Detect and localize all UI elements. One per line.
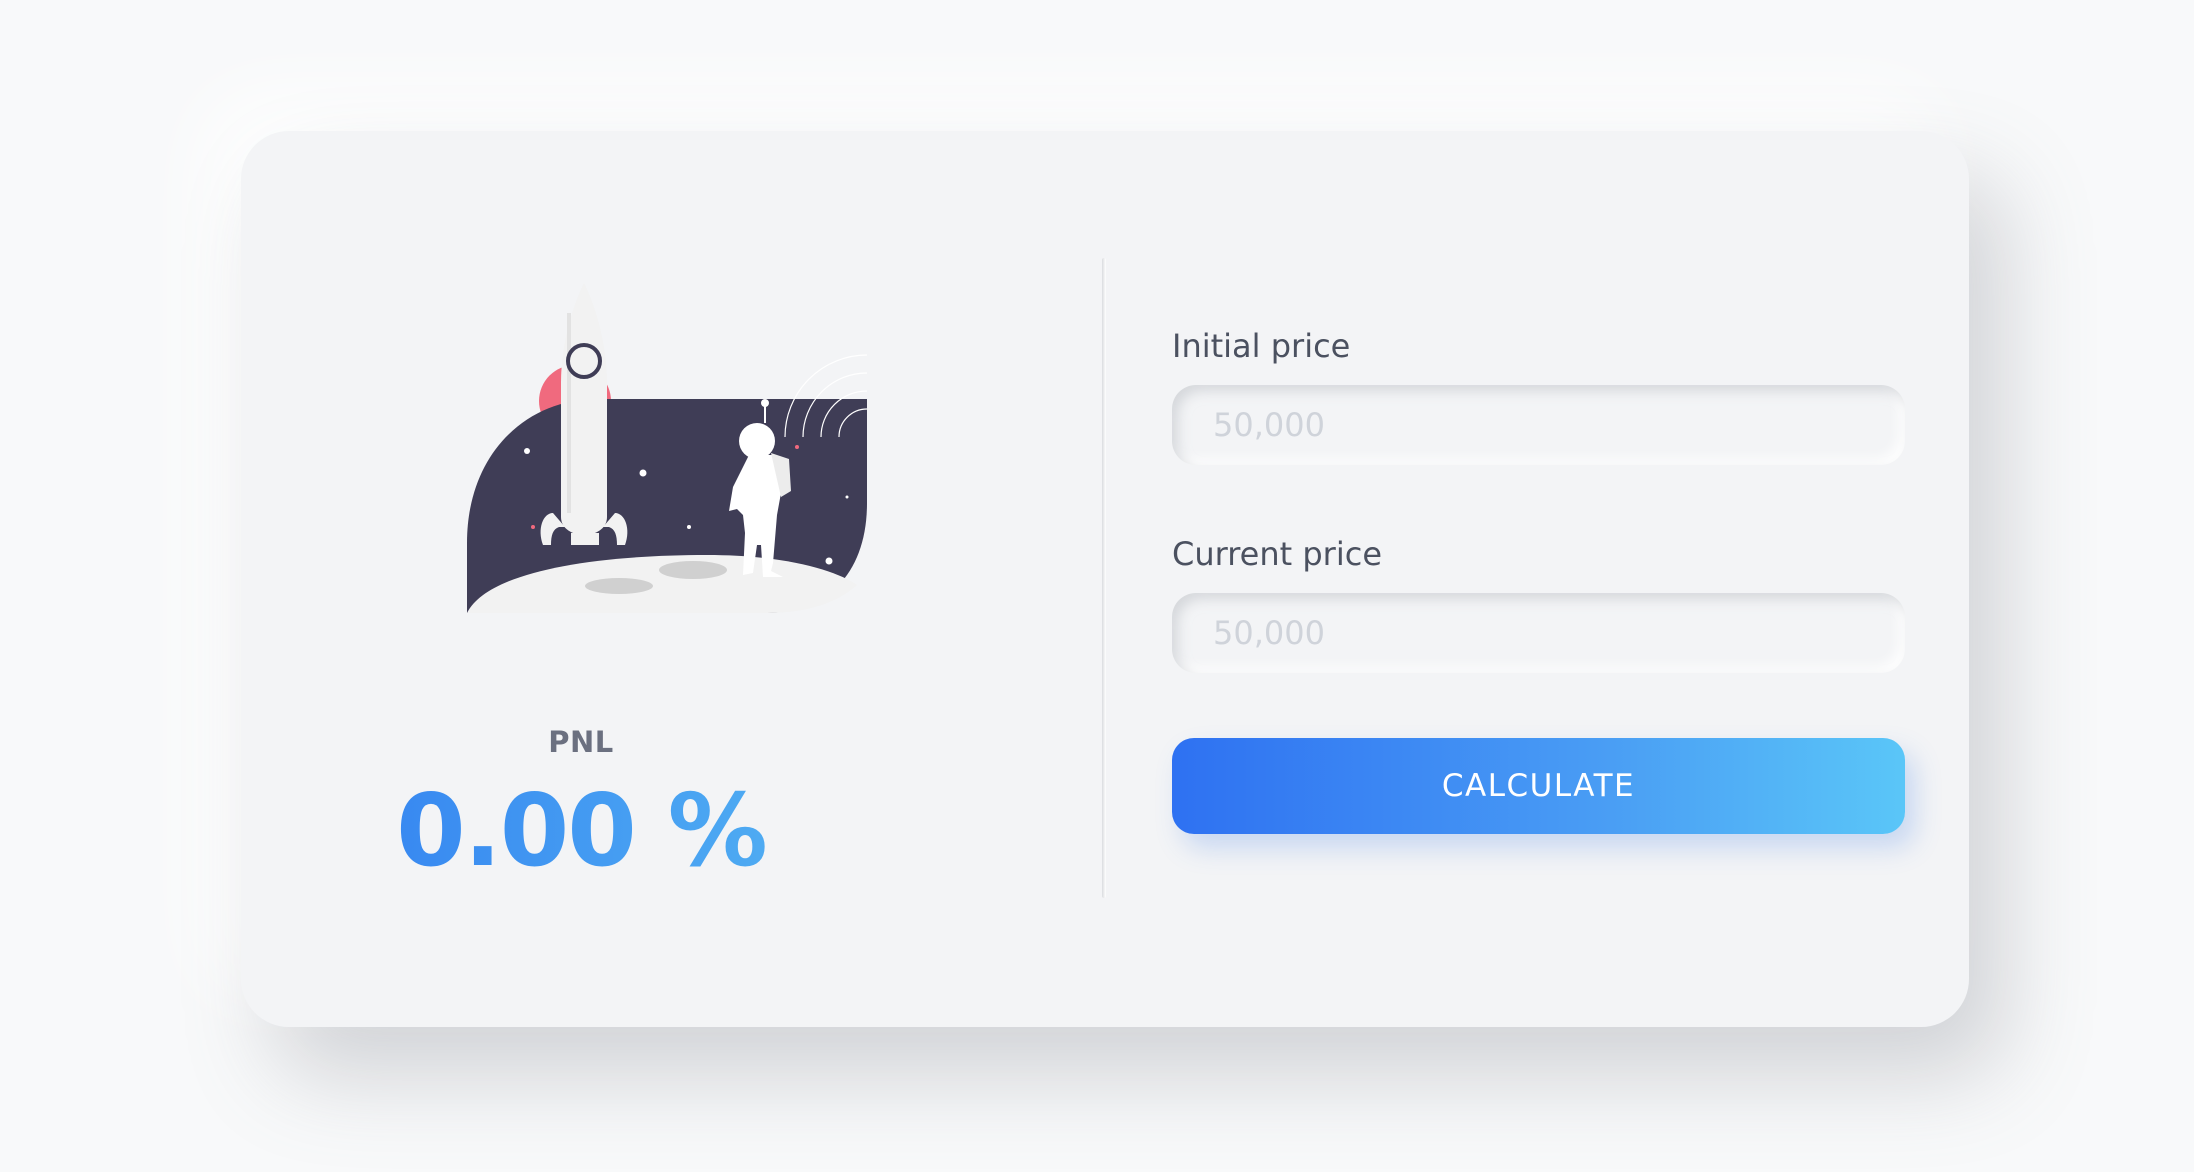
initial-price-input[interactable] xyxy=(1172,385,1905,465)
calculate-button[interactable]: CALCULATE xyxy=(1172,738,1905,834)
current-price-label: Current price xyxy=(1172,535,1382,573)
rocket-astronaut-illustration xyxy=(467,283,868,613)
pnl-value: 0.00 % xyxy=(241,781,921,881)
current-price-field-wrapper xyxy=(1172,593,1905,673)
initial-price-field-wrapper xyxy=(1172,385,1905,465)
initial-price-label: Initial price xyxy=(1172,327,1351,365)
current-price-input[interactable] xyxy=(1172,593,1905,673)
pnl-calculator-card: PNL 0.00 % Initial price Current price C… xyxy=(241,131,1969,1027)
pnl-label: PNL xyxy=(548,725,614,759)
vertical-divider xyxy=(1102,258,1106,898)
crater-shape xyxy=(585,578,653,594)
crater-shape xyxy=(659,561,727,579)
